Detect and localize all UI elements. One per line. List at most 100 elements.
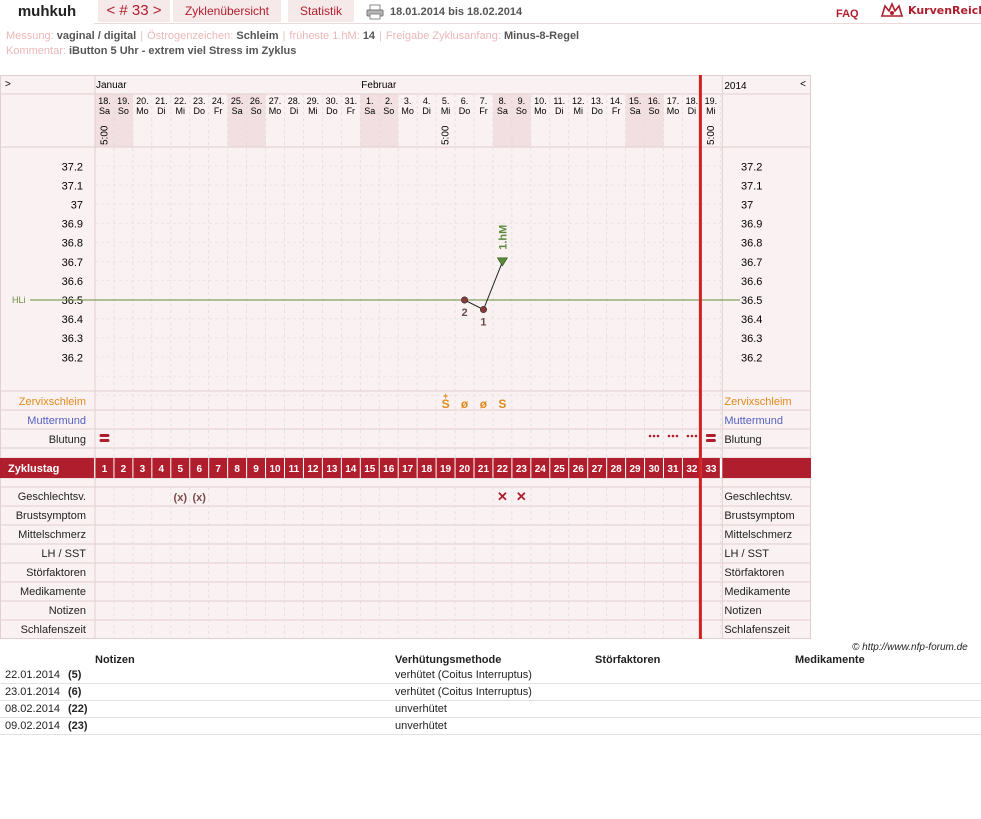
y-tick-label-right: 36.9 xyxy=(741,219,762,231)
cycle-day-number: 30 xyxy=(648,464,660,475)
cycle-day-number: 7 xyxy=(215,464,221,475)
weekday-label: Mi xyxy=(176,106,186,116)
cycle-day-number: 25 xyxy=(554,464,566,475)
notes-header-notizen: Notizen xyxy=(95,654,135,666)
weekday-label: Sa xyxy=(497,106,508,116)
bleeding-heavy-mark xyxy=(705,434,716,437)
point-label: 2 xyxy=(461,307,467,319)
cycle-day-number: 18 xyxy=(421,464,433,475)
date-label: 22. xyxy=(174,96,187,106)
row-label-right-stoer: Störfaktoren xyxy=(724,567,784,579)
date-label: 23. xyxy=(193,96,206,106)
row-label-brust: Brustsymptom xyxy=(16,510,86,522)
weekday-label: Fr xyxy=(347,106,356,116)
date-label: 16. xyxy=(648,96,661,106)
row-label-lh: LH / SST xyxy=(41,548,86,560)
y-tick-label-left: 36.2 xyxy=(62,352,83,364)
cycle-day-number: 29 xyxy=(630,464,642,475)
cervix-observation: ø xyxy=(461,397,469,411)
weekday-label: So xyxy=(649,106,660,116)
weekday-label: Mi xyxy=(706,106,716,116)
bleeding-spotting-dot xyxy=(675,434,679,438)
date-label: 1. xyxy=(366,96,374,106)
weekday-label: Sa xyxy=(364,106,375,116)
weekday-label: Di xyxy=(422,106,431,116)
row-label-stoer: Störfaktoren xyxy=(26,567,86,579)
month-label: Februar xyxy=(361,80,397,91)
bleeding-spotting-dot xyxy=(656,434,660,438)
row-label-right-lh: LH / SST xyxy=(724,548,769,560)
y-tick-label-left: 36.5 xyxy=(62,295,83,307)
year-label: 2014 xyxy=(724,81,747,92)
row-label-right-blutung: Blutung xyxy=(724,434,761,446)
weekday-label: Mi xyxy=(308,106,318,116)
weekday-label: So xyxy=(516,106,527,116)
copyright: © http://www.nfp-forum.de xyxy=(852,642,968,653)
date-label: 21. xyxy=(155,96,168,106)
weekday-label: Mi xyxy=(441,106,451,116)
row-label-right-brust: Brustsymptom xyxy=(724,510,794,522)
cycle-day-number: 22 xyxy=(497,464,509,475)
row-label-right-zervix: Zervixschleim xyxy=(724,396,791,408)
time-label: 5:00 xyxy=(441,125,452,145)
y-tick-label-right: 37 xyxy=(741,200,753,212)
weekday-label: Mo xyxy=(534,106,547,116)
time-label: 5:00 xyxy=(99,125,110,145)
weekday-label: Di xyxy=(157,106,166,116)
y-tick-label-left: 36.8 xyxy=(62,238,83,250)
bleeding-heavy-mark xyxy=(99,439,110,442)
cervix-observation: S xyxy=(498,397,506,411)
cycle-day-number: 11 xyxy=(289,464,300,475)
weekday-label: Mo xyxy=(136,106,149,116)
date-label: 8. xyxy=(499,96,507,106)
y-tick-label-left: 37.1 xyxy=(62,180,83,192)
note-method: unverhütet xyxy=(395,720,447,732)
date-label: 31. xyxy=(345,96,358,106)
note-cycle-day: (5) xyxy=(68,669,82,681)
row-label-schlaf: Schlafenszeit xyxy=(21,624,86,636)
weekday-label: Do xyxy=(193,106,205,116)
bleeding-spotting-dot xyxy=(667,434,671,438)
weekday-label: Di xyxy=(688,106,697,116)
weekday-label: Sa xyxy=(630,106,641,116)
row-label-muttermund: Muttermund xyxy=(27,415,86,427)
intercourse-mark: (x) xyxy=(192,492,206,504)
date-label: 13. xyxy=(591,96,604,106)
date-label: 3. xyxy=(404,96,412,106)
y-tick-label-left: 36.9 xyxy=(62,219,83,231)
row-label-right-notizen: Notizen xyxy=(724,605,761,617)
cycle-day-number: 3 xyxy=(140,464,146,475)
weekday-label: So xyxy=(251,106,262,116)
date-label: 4. xyxy=(423,96,431,106)
bleeding-spotting-dot xyxy=(652,434,656,438)
weekday-label: Mo xyxy=(667,106,680,116)
date-label: 29. xyxy=(307,96,320,106)
date-label: 19. xyxy=(705,96,718,106)
note-date: 09.02.2014 xyxy=(5,720,61,732)
table-row: 22.01.2014 (5) verhütet (Coitus Interrup… xyxy=(0,667,981,684)
note-date: 23.01.2014 xyxy=(5,686,61,698)
row-label-right-schlaf: Schlafenszeit xyxy=(724,624,789,636)
weekday-label: Fr xyxy=(612,106,621,116)
y-tick-label-right: 36.8 xyxy=(741,238,762,250)
y-tick-label-right: 37.2 xyxy=(741,161,762,173)
cycle-day-number: 8 xyxy=(234,464,240,475)
month-label: Januar xyxy=(96,80,127,91)
temperature-point xyxy=(461,296,469,304)
date-label: 27. xyxy=(269,96,282,106)
cycle-day-number: 33 xyxy=(705,464,717,475)
cycle-day-number: 1 xyxy=(102,464,108,475)
row-label-zervix: Zervixschleim xyxy=(19,396,86,408)
weekday-label: So xyxy=(118,106,129,116)
coverline-label: HLi xyxy=(12,295,26,305)
note-cycle-day: (22) xyxy=(68,703,88,715)
hm-marker-label: 1.hM xyxy=(497,225,509,250)
y-tick-label-left: 36.6 xyxy=(62,276,83,288)
chart-nav-left: > xyxy=(5,79,11,90)
row-label-mittelschmerz: Mittelschmerz xyxy=(18,529,86,541)
cervix-observation: ø xyxy=(480,397,488,411)
y-tick-label-right: 36.3 xyxy=(741,333,762,345)
zyklustag-label: Zyklustag xyxy=(8,463,59,475)
cycle-day-number: 27 xyxy=(592,464,604,475)
table-row: 08.02.2014 (22) unverhütet xyxy=(0,701,981,718)
